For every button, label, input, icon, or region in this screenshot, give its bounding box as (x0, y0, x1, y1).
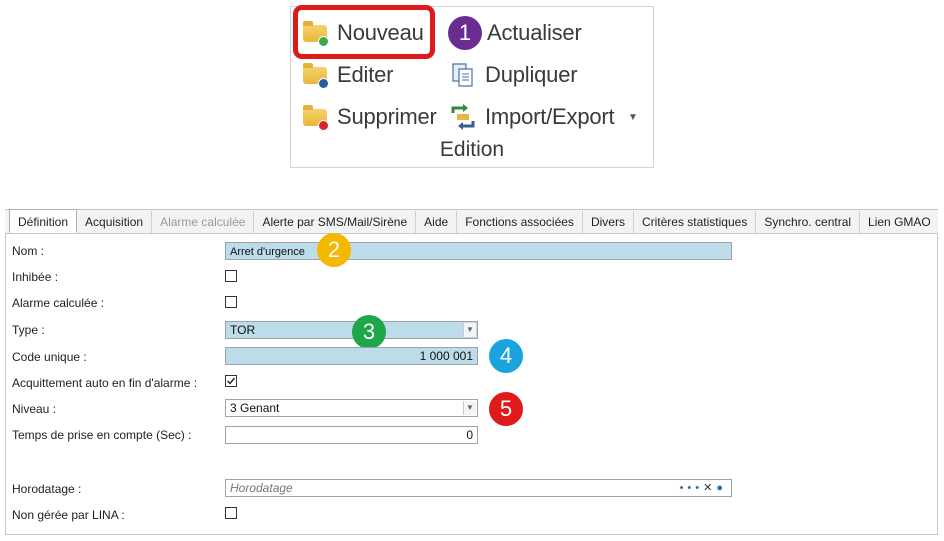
import-export-label: Import/Export (485, 104, 615, 129)
chevron-down-icon[interactable]: ▼ (463, 401, 476, 415)
temps-value: 0 (466, 428, 473, 442)
supprimer-button[interactable]: Supprimer (301, 100, 437, 134)
inhibee-label: Inhibée : (12, 270, 59, 284)
import-export-dropdown-icon[interactable]: ▼ (628, 112, 638, 123)
horodatage-placeholder: Horodatage (230, 481, 293, 495)
marker-4: 4 (489, 339, 523, 373)
tab-fonctions-associees[interactable]: Fonctions associées (457, 211, 583, 233)
marker-2: 2 (317, 233, 351, 267)
type-value: TOR (230, 323, 256, 337)
tab-definition[interactable]: Définition (9, 209, 78, 233)
duplicate-icon (449, 61, 477, 89)
type-label: Type : (12, 323, 45, 337)
nom-value: Arret d'urgence (230, 246, 305, 258)
niveau-select[interactable]: 3 Genant ▼ (225, 399, 478, 417)
tab-lien-gmao[interactable]: Lien GMAO (860, 211, 939, 233)
code-unique-input[interactable]: 1 000 001 (225, 347, 478, 365)
nom-label: Nom : (12, 244, 45, 258)
marker-3: 3 (352, 315, 386, 349)
temps-label: Temps de prise en compte (Sec) : (12, 428, 192, 442)
nouveau-highlight (293, 5, 435, 59)
more-icon[interactable]: ••• (680, 482, 704, 494)
clear-icon[interactable]: ✕ (703, 482, 716, 494)
marker-5: 5 (489, 392, 523, 426)
import-export-icon (449, 103, 477, 131)
non-geree-label: Non gérée par LINA : (12, 508, 125, 522)
tab-criteres-statistiques[interactable]: Critères statistiques (634, 211, 757, 233)
temps-input[interactable]: 0 (225, 426, 478, 444)
alarme-calculee-checkbox[interactable] (225, 296, 237, 308)
horodatage-input[interactable]: Horodatage •••✕● (225, 479, 732, 497)
nom-input[interactable]: Arret d'urgence (225, 242, 732, 260)
folder-delete-icon (301, 103, 329, 131)
tab-bar: Définition Acquisition Alarme calculée A… (5, 209, 939, 234)
go-icon[interactable]: ● (716, 482, 727, 494)
marker-1: 1 (448, 16, 482, 50)
code-unique-value: 1 000 001 (419, 349, 473, 363)
niveau-value: 3 Genant (230, 401, 280, 415)
tab-acquisition[interactable]: Acquisition (77, 211, 153, 233)
alarme-calculee-label: Alarme calculée : (12, 296, 105, 310)
ribbon-group-label: Edition (439, 138, 505, 161)
niveau-label: Niveau : (12, 402, 57, 416)
horodatage-label: Horodatage : (12, 482, 82, 496)
actualiser-label: Actualiser (487, 20, 582, 45)
acquittement-label: Acquittement auto en fin d'alarme : (12, 376, 198, 390)
inhibee-checkbox[interactable] (225, 270, 237, 282)
dupliquer-button[interactable]: Dupliquer (449, 58, 578, 92)
tab-synchro-central[interactable]: Synchro. central (756, 211, 861, 233)
non-geree-checkbox[interactable] (225, 507, 237, 519)
editer-button[interactable]: Editer (301, 58, 393, 92)
tab-divers[interactable]: Divers (583, 211, 634, 233)
code-unique-label: Code unique : (12, 350, 87, 364)
editer-label: Editer (337, 62, 394, 87)
tab-alerte-sms[interactable]: Alerte par SMS/Mail/Sirène (254, 211, 417, 233)
acquittement-checkbox[interactable] (225, 375, 237, 387)
tab-aide[interactable]: Aide (416, 211, 458, 233)
check-icon (227, 377, 236, 385)
chevron-down-icon[interactable]: ▼ (463, 323, 476, 337)
supprimer-label: Supprimer (337, 104, 437, 129)
dupliquer-label: Dupliquer (485, 62, 578, 87)
import-export-button[interactable]: Import/Export (449, 100, 615, 134)
folder-edit-icon (301, 61, 329, 89)
tab-alarme-calculee[interactable]: Alarme calculée (152, 211, 255, 233)
